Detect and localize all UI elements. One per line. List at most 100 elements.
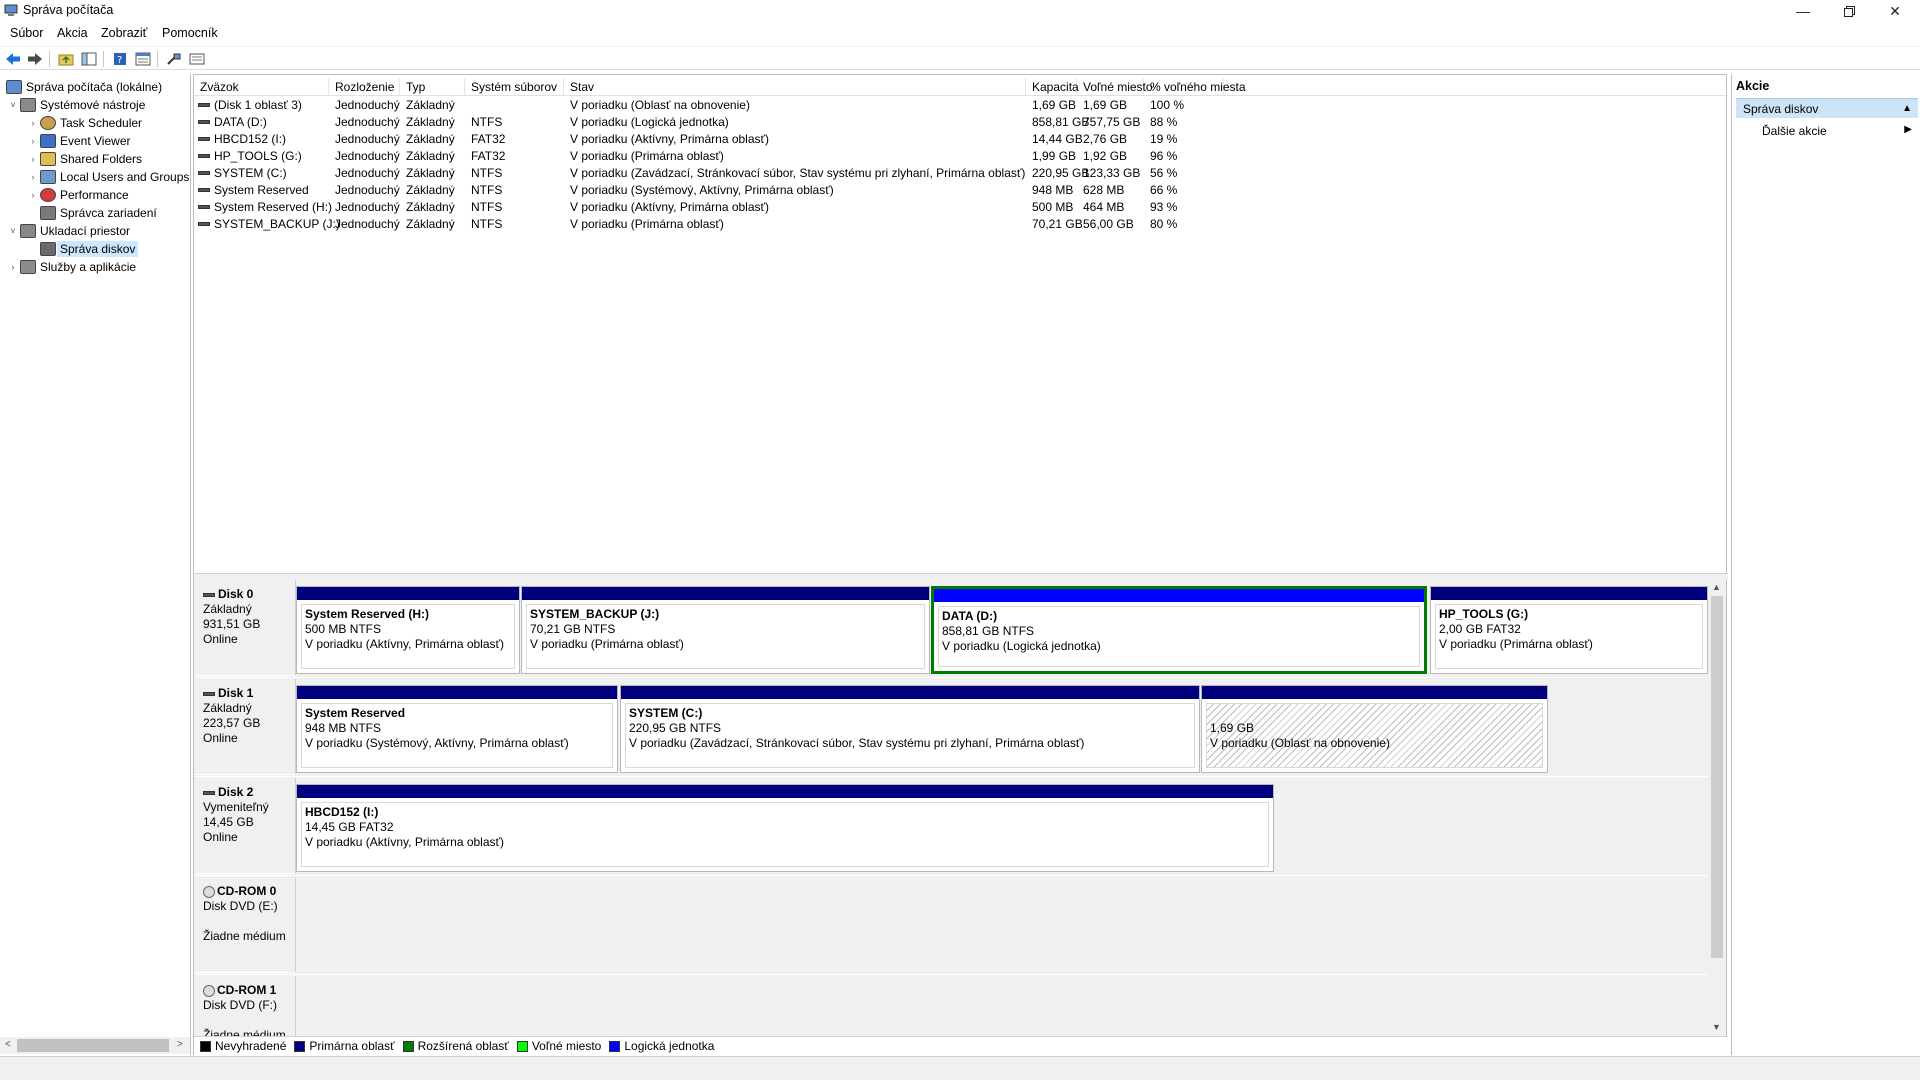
column-header-6[interactable]: Voľné miesto (1077, 78, 1153, 96)
column-header-7[interactable]: % voľného miesta (1144, 78, 1246, 96)
tree-item-4[interactable]: › Shared Folders (26, 150, 142, 168)
partition[interactable]: System Reserved (H:) 500 MB NTFS V poriadk… (296, 586, 520, 674)
tree-item-5[interactable]: › Local Users and Groups (26, 168, 189, 186)
more-actions-item[interactable]: Ďalšie akcie ▶ (1762, 124, 1912, 138)
column-header-1[interactable]: Rozloženie (329, 78, 400, 96)
up-folder-button[interactable] (57, 50, 75, 68)
column-header-3[interactable]: Systém súborov (465, 78, 564, 96)
tree-horizontal-scrollbar[interactable]: < > (0, 1037, 190, 1054)
back-button[interactable] (4, 50, 22, 68)
chevron-right-icon[interactable]: › (26, 136, 40, 146)
scrollbar-thumb[interactable] (17, 1039, 169, 1052)
menu-item-0[interactable]: Súbor (10, 26, 43, 40)
disk-size: 14,45 GB (203, 815, 254, 829)
table-row[interactable]: HBCD152 (I:) Jednoduchý Základný FAT32 V por… (194, 131, 1728, 148)
scrollbar-thumb[interactable] (1711, 596, 1723, 958)
disk-label[interactable]: CD-ROM 0 Disk DVD (E:) Žiadne médium (194, 877, 296, 973)
chevron-down-icon[interactable]: ˅ (6, 100, 20, 110)
table-cell: 100 % (1150, 98, 1185, 112)
partition[interactable]: 1,69 GB V poriadku (Oblasť na obnovenie) (1201, 685, 1548, 773)
partition[interactable]: SYSTEM (C:) 220,95 GB NTFS V poriadku (Zav… (620, 685, 1200, 773)
disk-label[interactable]: Disk 1 Základný 223,57 GB Online (194, 679, 296, 775)
back-arrow-icon (6, 53, 20, 65)
table-cell: 66 % (1150, 183, 1178, 197)
disk-view-vertical-scrollbar[interactable]: ▲ ▼ (1708, 580, 1726, 1036)
partition[interactable]: SYSTEM_BACKUP (J:) 70,21 GB NTFS V poriadk… (521, 586, 930, 674)
tree-item-1[interactable]: ˅ Systémové nástroje (6, 96, 145, 114)
tree-item-8[interactable]: ˅ Ukladací priestor (6, 222, 130, 240)
partition[interactable]: HP_TOOLS (G:) 2,00 GB FAT32 V poriadku (Pr… (1430, 586, 1708, 674)
tree-item-9[interactable]: Správa diskov (26, 240, 139, 258)
computer-management-icon (6, 80, 22, 94)
forward-arrow-icon (28, 53, 42, 65)
column-header-5[interactable]: Kapacita (1026, 78, 1079, 96)
tree-item-10[interactable]: › Služby a aplikácie (6, 258, 136, 276)
pane-splitter[interactable] (194, 573, 1728, 580)
table-cell: Jednoduchý (335, 149, 400, 163)
volume-name: System Reserved (H:) (214, 200, 333, 214)
disk-name-text: Disk 2 (218, 785, 254, 799)
disk-icon (203, 691, 215, 696)
table-row[interactable]: System Reserved (H:) Jednoduchý Základný NT… (194, 199, 1728, 216)
services-icon (20, 260, 36, 274)
partition[interactable]: DATA (D:) 858,81 GB NTFS V poriadku (Logic… (931, 586, 1427, 674)
table-cell: Jednoduchý (335, 183, 400, 197)
table-row[interactable]: HP_TOOLS (G:) Jednoduchý Základný FAT32 V po… (194, 148, 1728, 165)
table-cell: 1,69 GB (1032, 98, 1077, 112)
volume-list-header: Zväzok Rozloženie Typ Systém súborov Stav Kap… (194, 78, 1728, 96)
connect-button[interactable] (165, 50, 183, 68)
chevron-right-icon[interactable]: › (26, 172, 40, 182)
tree-item-label: Správca zariadení (60, 206, 157, 220)
table-row[interactable]: System Reserved Jednoduchý Základný NTFS V p… (194, 182, 1728, 199)
actions-section-disk-management[interactable]: Správa diskov ▲ (1736, 98, 1918, 118)
table-row[interactable]: (Disk 1 oblasť 3) Jednoduchý Základný V por… (194, 97, 1728, 114)
chevron-down-icon[interactable]: ˅ (6, 226, 20, 236)
legend-swatch-1 (294, 1040, 306, 1052)
chevron-right-icon[interactable]: › (26, 190, 40, 200)
restore-button[interactable] (1826, 0, 1872, 22)
minimize-button[interactable]: — (1780, 0, 1826, 22)
scroll-down-icon[interactable]: ▼ (1712, 1022, 1721, 1032)
menu-item-2[interactable]: Zobraziť (101, 26, 147, 40)
collapse-up-icon[interactable]: ▲ (1902, 103, 1912, 114)
column-header-2[interactable]: Typ (400, 78, 465, 96)
details-view-button[interactable] (188, 50, 206, 68)
show-hide-tree-button[interactable] (80, 50, 98, 68)
restore-icon (1843, 5, 1855, 17)
partition[interactable]: System Reserved 948 MB NTFS V poriadku (Sy… (296, 685, 618, 773)
disk-label[interactable]: CD-ROM 1 Disk DVD (F:) Žiadne médium (194, 976, 296, 1036)
table-row[interactable]: DATA (D:) Jednoduchý Základný NTFS V poriadk… (194, 114, 1728, 131)
tree-item-7[interactable]: Správca zariadení (26, 204, 157, 222)
partition-name: SYSTEM (C:) (629, 706, 703, 720)
chevron-right-icon[interactable]: › (26, 118, 40, 128)
scroll-left-icon[interactable]: < (5, 1039, 11, 1050)
table-row[interactable]: SYSTEM_BACKUP (J:) Jednoduchý Základný NTFS… (194, 216, 1728, 233)
scroll-up-icon[interactable]: ▲ (1712, 582, 1721, 592)
menu-item-3[interactable]: Pomocník (162, 26, 218, 40)
disk-label[interactable]: Disk 0 Základný 931,51 GB Online (194, 580, 296, 676)
table-cell: Základný (406, 217, 455, 231)
partition[interactable]: HBCD152 (I:) 14,45 GB FAT32 V poriadku (Ak… (296, 784, 1274, 872)
tree-item-label: Event Viewer (60, 134, 131, 148)
properties-view-button[interactable] (134, 50, 152, 68)
table-row[interactable]: SYSTEM (C:) Jednoduchý Základný NTFS V poria… (194, 165, 1728, 182)
scroll-right-icon[interactable]: > (177, 1039, 183, 1050)
chevron-right-icon[interactable]: › (6, 262, 20, 272)
disk-label[interactable]: Disk 2 Vymeniteľný 14,45 GB Online (194, 778, 296, 874)
storage-icon (20, 224, 36, 238)
help-button[interactable]: ? (111, 50, 129, 68)
forward-button[interactable] (26, 50, 44, 68)
menu-item-1[interactable]: Akcia (57, 26, 88, 40)
column-header-4[interactable]: Stav (564, 78, 1026, 96)
partition-status: V poriadku (Primárna oblasť) (1439, 637, 1593, 651)
tree-item-0[interactable]: Správa počítača (lokálne) (6, 78, 162, 96)
tree-item-3[interactable]: › Event Viewer (26, 132, 130, 150)
close-button[interactable]: ✕ (1872, 0, 1918, 22)
disk-name: Disk 0 (203, 587, 295, 602)
tree-item-6[interactable]: › Performance (26, 186, 129, 204)
table-cell: 464 MB (1083, 200, 1125, 214)
tree-item-2[interactable]: › Task Scheduler (26, 114, 142, 132)
chevron-right-icon[interactable]: › (26, 154, 40, 164)
column-header-0[interactable]: Zväzok (194, 78, 329, 96)
table-cell: Základný (406, 115, 455, 129)
